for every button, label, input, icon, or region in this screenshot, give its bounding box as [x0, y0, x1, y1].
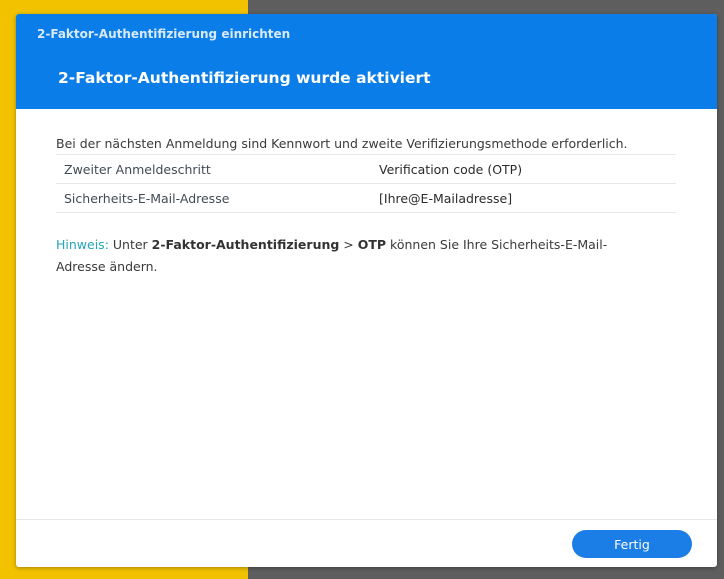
dialog-header: 2-Faktor-Authentifizierung einrichten 2-…: [16, 14, 717, 109]
table-row: Sicherheits-E-Mail-Adresse [Ihre@E-Maila…: [56, 183, 676, 213]
done-button[interactable]: Fertig: [572, 530, 692, 558]
row-label: Zweiter Anmeldeschritt: [56, 154, 379, 184]
summary-table: Zweiter Anmeldeschritt Verification code…: [56, 154, 676, 213]
footer-divider: [16, 519, 717, 520]
hint-text-part: Unter: [108, 237, 152, 252]
row-value: Verification code (OTP): [379, 154, 676, 184]
hint-bold-path: 2-Faktor-Authentifizierung: [151, 237, 340, 252]
row-label: Sicherheits-E-Mail-Adresse: [56, 183, 379, 213]
row-value: [Ihre@E-Mailadresse]: [379, 183, 676, 213]
intro-text: Bei der nächsten Anmeldung sind Kennwort…: [56, 136, 628, 151]
setup-dialog: 2-Faktor-Authentifizierung einrichten 2-…: [16, 14, 717, 567]
hint-text: Hinweis: Unter 2-Faktor-Authentifizierun…: [56, 234, 656, 278]
table-row: Zweiter Anmeldeschritt Verification code…: [56, 154, 676, 184]
hint-label: Hinweis:: [56, 237, 109, 252]
window-title: 2-Faktor-Authentifizierung einrichten: [37, 27, 291, 41]
hint-text-part: >: [339, 237, 358, 252]
hint-bold-otp: OTP: [357, 237, 387, 252]
step-title: 2-Faktor-Authentifizierung wurde aktivie…: [58, 69, 431, 87]
